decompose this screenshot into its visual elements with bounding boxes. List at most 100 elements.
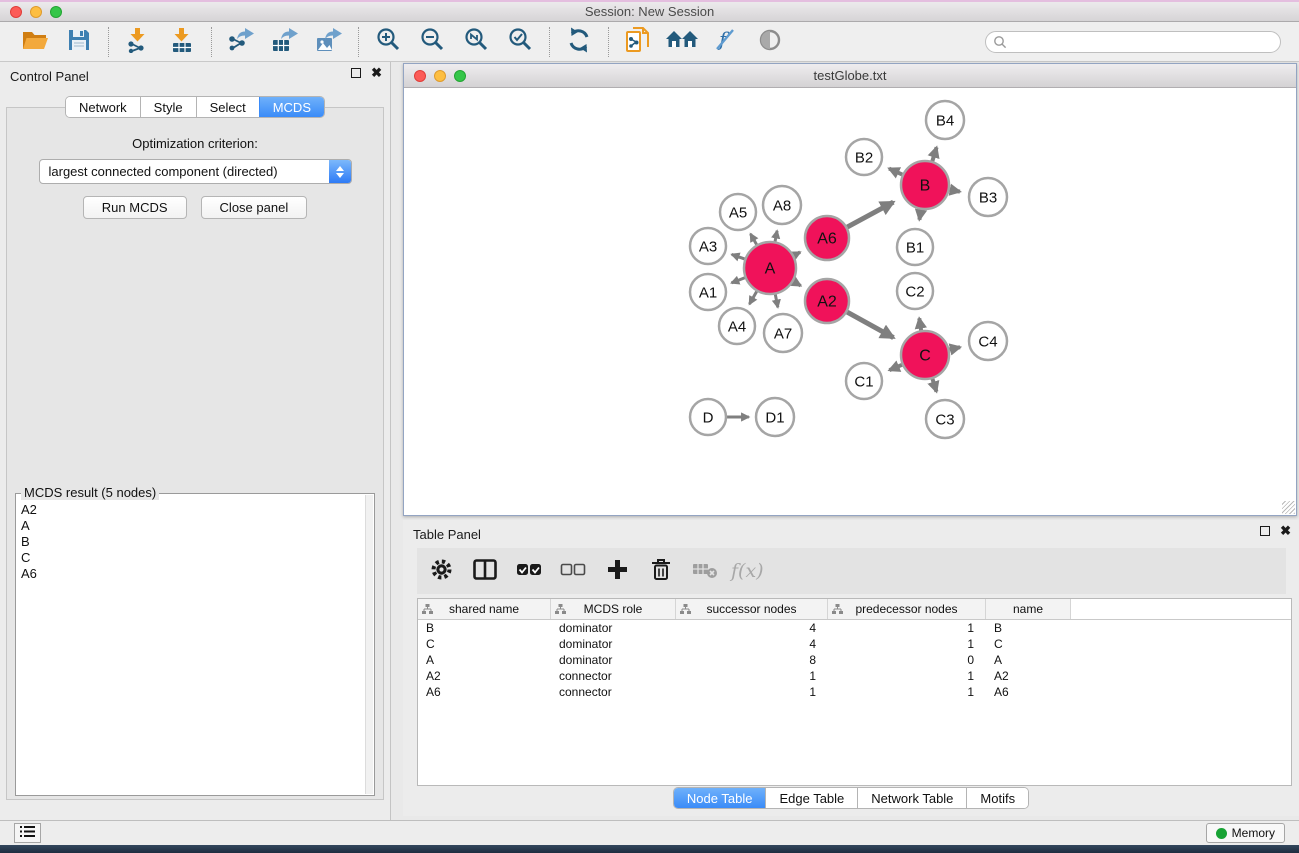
graph-node-D1[interactable]: D1 — [756, 398, 794, 436]
graph-node-B4[interactable]: B4 — [926, 101, 964, 139]
refresh-button[interactable] — [560, 26, 598, 58]
search-input[interactable] — [985, 31, 1281, 53]
save-session-button[interactable] — [60, 26, 98, 58]
graph-node-D[interactable]: D — [690, 399, 726, 435]
table-row[interactable]: A2connector11A2 — [418, 668, 1291, 684]
graph-node-A3[interactable]: A3 — [690, 228, 726, 264]
table-cell[interactable]: A6 — [986, 685, 1071, 699]
graph-node-A8[interactable]: A8 — [763, 186, 801, 224]
tab-network[interactable]: Network — [66, 97, 140, 117]
table-cell[interactable]: dominator — [551, 653, 676, 667]
zoom-in-button[interactable] — [369, 26, 407, 58]
run-mcds-button[interactable]: Run MCDS — [83, 196, 187, 219]
column-header-successor-nodes[interactable]: successor nodes — [676, 599, 828, 619]
split-columns-button[interactable] — [467, 553, 503, 589]
add-column-button[interactable] — [599, 553, 635, 589]
edge-B-B3[interactable] — [950, 190, 960, 192]
zoom-out-button[interactable] — [413, 26, 451, 58]
column-header-predecessor-nodes[interactable]: predecessor nodes — [828, 599, 986, 619]
table-cell[interactable]: 8 — [676, 653, 828, 667]
table-cell[interactable]: C — [418, 637, 551, 651]
table-cell[interactable]: dominator — [551, 637, 676, 651]
table-cell[interactable]: 0 — [828, 653, 986, 667]
edge-C-C3[interactable] — [932, 379, 936, 392]
table-row[interactable]: A6connector11A6 — [418, 684, 1291, 700]
function-builder-icon[interactable]: f(x) — [731, 560, 764, 582]
tab-mcds[interactable]: MCDS — [259, 97, 324, 117]
table-row[interactable]: Adominator80A — [418, 652, 1291, 668]
graph-node-B[interactable]: B — [901, 161, 949, 209]
hide-labels-button[interactable]: f — [707, 26, 745, 58]
close-panel-icon[interactable]: ✖ — [371, 68, 382, 78]
show-details-button[interactable] — [751, 26, 789, 58]
zoom-selected-button[interactable] — [501, 26, 539, 58]
import-table-button[interactable] — [163, 26, 201, 58]
resize-grip[interactable] — [1282, 501, 1295, 514]
graph-node-A6[interactable]: A6 — [805, 216, 849, 260]
edge-A-A7[interactable] — [775, 294, 778, 307]
select-all-button[interactable] — [511, 553, 547, 589]
edge-A-A6[interactable] — [794, 252, 800, 255]
graph-node-B1[interactable]: B1 — [897, 229, 933, 265]
table-cell[interactable]: connector — [551, 669, 676, 683]
graph-node-C3[interactable]: C3 — [926, 400, 964, 438]
column-header-name[interactable]: name — [986, 599, 1071, 619]
mcds-result-item[interactable]: A — [16, 518, 365, 534]
edge-A2-C[interactable] — [847, 312, 893, 338]
edge-A-A2[interactable] — [793, 282, 800, 286]
zoom-fit-button[interactable] — [457, 26, 495, 58]
table-cell[interactable]: A2 — [418, 669, 551, 683]
task-history-button[interactable] — [14, 823, 41, 843]
table-cell[interactable]: B — [986, 621, 1071, 635]
edge-A-A1[interactable] — [732, 278, 745, 283]
float-panel-icon[interactable] — [351, 68, 361, 78]
edge-C-C2[interactable] — [919, 318, 921, 330]
table-row[interactable]: Bdominator41B — [418, 620, 1291, 636]
tab-select[interactable]: Select — [196, 97, 259, 117]
table-cell[interactable]: connector — [551, 685, 676, 699]
graph-node-A2[interactable]: A2 — [805, 279, 849, 323]
deselect-all-button[interactable] — [555, 553, 591, 589]
graph-node-B3[interactable]: B3 — [969, 178, 1007, 216]
network-graph[interactable]: AA6A2BCA5A8A3A1A4A7B2B4B3B1C2C4C1C3DD1 — [404, 88, 1296, 515]
table-cell[interactable]: 1 — [828, 669, 986, 683]
home-button[interactable] — [663, 26, 701, 58]
table-cell[interactable]: 1 — [676, 669, 828, 683]
open-session-button[interactable] — [16, 26, 54, 58]
graph-node-C[interactable]: C — [901, 331, 949, 379]
edge-A6-B[interactable] — [847, 202, 893, 227]
column-header-MCDS-role[interactable]: MCDS role — [551, 599, 676, 619]
mcds-result-item[interactable]: B — [16, 534, 365, 550]
memory-button[interactable]: Memory — [1206, 823, 1285, 843]
column-header-shared-name[interactable]: shared name — [418, 599, 551, 619]
optimization-criterion-dropdown[interactable]: largest connected component (directed) — [39, 159, 352, 184]
graph-node-C2[interactable]: C2 — [897, 273, 933, 309]
result-scrollbar[interactable] — [365, 495, 373, 794]
table-cell[interactable]: 1 — [828, 685, 986, 699]
edge-A-A5[interactable] — [751, 234, 757, 245]
table-cell[interactable]: 1 — [676, 685, 828, 699]
graph-node-A5[interactable]: A5 — [720, 194, 756, 230]
export-network-button[interactable] — [222, 26, 260, 58]
table-cell[interactable]: 1 — [828, 637, 986, 651]
table-tab-node-table[interactable]: Node Table — [674, 788, 766, 808]
edge-B-B2[interactable] — [889, 169, 902, 175]
edge-B-B1[interactable] — [919, 210, 921, 220]
mcds-result-list[interactable]: A2ABCA6 — [16, 502, 365, 795]
table-cell[interactable]: B — [418, 621, 551, 635]
import-network-button[interactable] — [119, 26, 157, 58]
table-cell[interactable]: A — [986, 653, 1071, 667]
export-table-button[interactable] — [266, 26, 304, 58]
table-cell[interactable]: dominator — [551, 621, 676, 635]
graph-node-A7[interactable]: A7 — [764, 314, 802, 352]
table-row[interactable]: Cdominator41C — [418, 636, 1291, 652]
gear-button[interactable] — [423, 553, 459, 589]
table-cell[interactable]: A — [418, 653, 551, 667]
table-tab-motifs[interactable]: Motifs — [966, 788, 1028, 808]
edge-B-B4[interactable] — [932, 147, 936, 161]
mcds-result-item[interactable]: C — [16, 550, 365, 566]
graph-node-B2[interactable]: B2 — [846, 139, 882, 175]
tab-style[interactable]: Style — [140, 97, 196, 117]
close-table-panel-icon[interactable]: ✖ — [1280, 526, 1291, 536]
network-canvas[interactable]: AA6A2BCA5A8A3A1A4A7B2B4B3B1C2C4C1C3DD1 — [404, 88, 1296, 515]
